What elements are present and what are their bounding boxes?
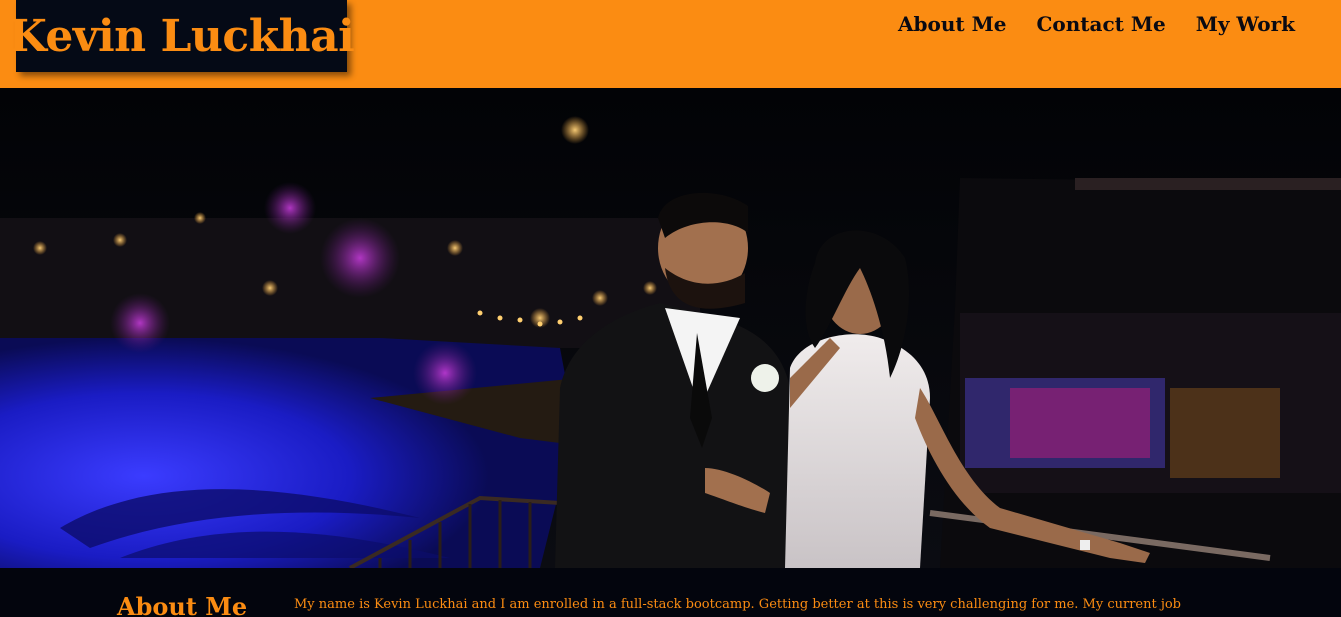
site-header: Kevin Luckhai About Me Contact Me My Wor…: [0, 0, 1341, 88]
hero-image: [0, 88, 1341, 568]
nav-my-work[interactable]: My Work: [1196, 12, 1295, 36]
brand-name: Kevin Luckhai: [8, 10, 355, 62]
nav-contact-me[interactable]: Contact Me: [1036, 12, 1165, 36]
hero-photo: [0, 88, 1341, 568]
brand-logo[interactable]: Kevin Luckhai: [9, 0, 355, 72]
about-heading: About Me: [117, 592, 248, 617]
about-section: About Me My name is Kevin Luckhai and I …: [0, 568, 1341, 617]
nav-about-me[interactable]: About Me: [898, 12, 1006, 36]
about-text: My name is Kevin Luckhai and I am enroll…: [294, 597, 1182, 612]
main-nav: About Me Contact Me My Work: [898, 12, 1295, 36]
